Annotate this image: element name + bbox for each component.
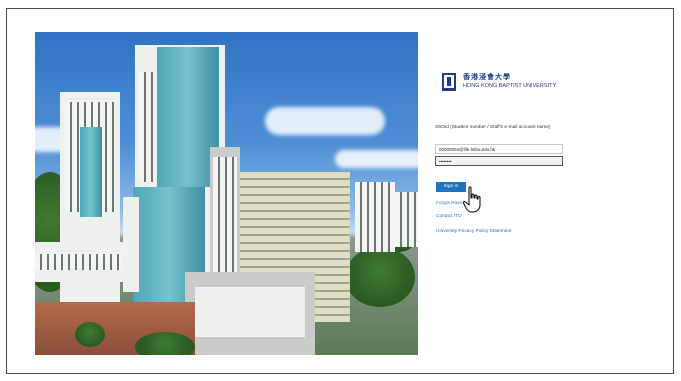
logo-english-name: HONG KONG BAPTIST UNIVERSITY	[463, 83, 557, 89]
campus-photo	[35, 32, 418, 355]
username-input[interactable]: 00000004@life.hkbu.edu.hk	[435, 144, 563, 154]
logo-chinese-name: 香港浸會大學	[463, 73, 511, 81]
university-logo: 香港浸會大學 HONG KONG BAPTIST UNIVERSITY	[442, 72, 562, 94]
forgot-password-link[interactable]: Forgot Pass	[436, 201, 462, 206]
password-input[interactable]: ••••••••	[435, 156, 563, 166]
hand-pointer-icon	[462, 186, 481, 213]
ssoid-label: SSOid (Student number / Staff's e-mail a…	[435, 125, 551, 130]
privacy-policy-link[interactable]: University Privacy Policy Statement	[436, 229, 511, 234]
university-logo-icon	[442, 73, 456, 91]
contact-its-link[interactable]: Contact ITO	[436, 214, 462, 219]
